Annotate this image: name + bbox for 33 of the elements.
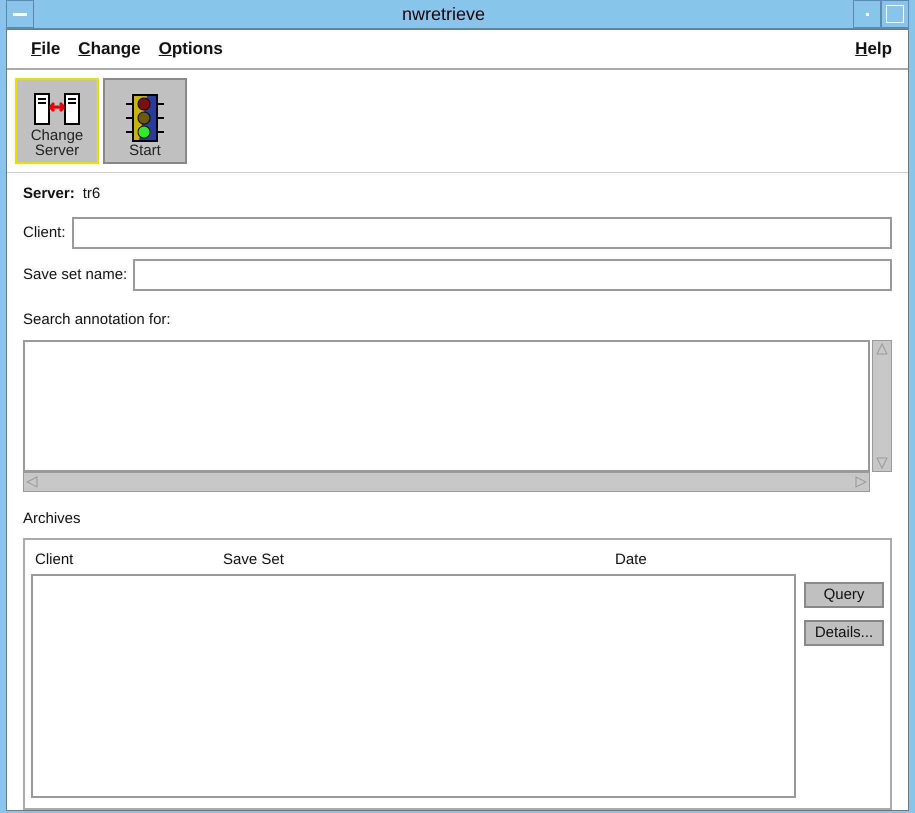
maximize-button[interactable] [881, 0, 909, 28]
traffic-light-icon [123, 93, 167, 143]
menu-item[interactable]: Change [78, 36, 141, 62]
window-title: nwretrieve [400, 2, 486, 26]
scroll-down-icon[interactable] [876, 456, 888, 468]
column-header: Client [35, 550, 74, 570]
annotation-label: Search annotation for: [23, 310, 172, 330]
menu-item[interactable]: File [31, 36, 60, 62]
column-header: Date [615, 550, 647, 570]
toolbar-button[interactable]: Change Server [15, 78, 99, 164]
archives-list[interactable] [31, 574, 796, 798]
scroll-right-icon[interactable] [855, 476, 867, 488]
input-field[interactable] [72, 217, 892, 249]
scroll-up-icon[interactable] [876, 342, 888, 354]
scroll-left-icon[interactable] [26, 476, 38, 488]
server-label: Server: [23, 184, 75, 204]
minimize-button[interactable] [853, 0, 881, 28]
vertical-scrollbar[interactable] [872, 340, 892, 472]
menu-item[interactable]: Options [158, 36, 223, 62]
column-header: Save Set [223, 550, 285, 570]
field-label: Client: [23, 222, 66, 243]
window-menu-button[interactable] [6, 0, 34, 28]
menu-item[interactable]: Help [855, 36, 892, 62]
input-field[interactable] [133, 259, 892, 291]
servers-icon [31, 92, 83, 128]
annotation-text-area[interactable] [23, 340, 870, 472]
action-button[interactable]: Query [804, 582, 884, 608]
server-value: tr6 [82, 184, 100, 204]
action-button[interactable]: Details... [804, 620, 884, 646]
field-label: Save set name: [23, 264, 128, 285]
toolbar-button[interactable]: Start [103, 78, 187, 164]
horizontal-scrollbar[interactable] [23, 472, 870, 492]
archives-label: Archives [23, 508, 82, 528]
